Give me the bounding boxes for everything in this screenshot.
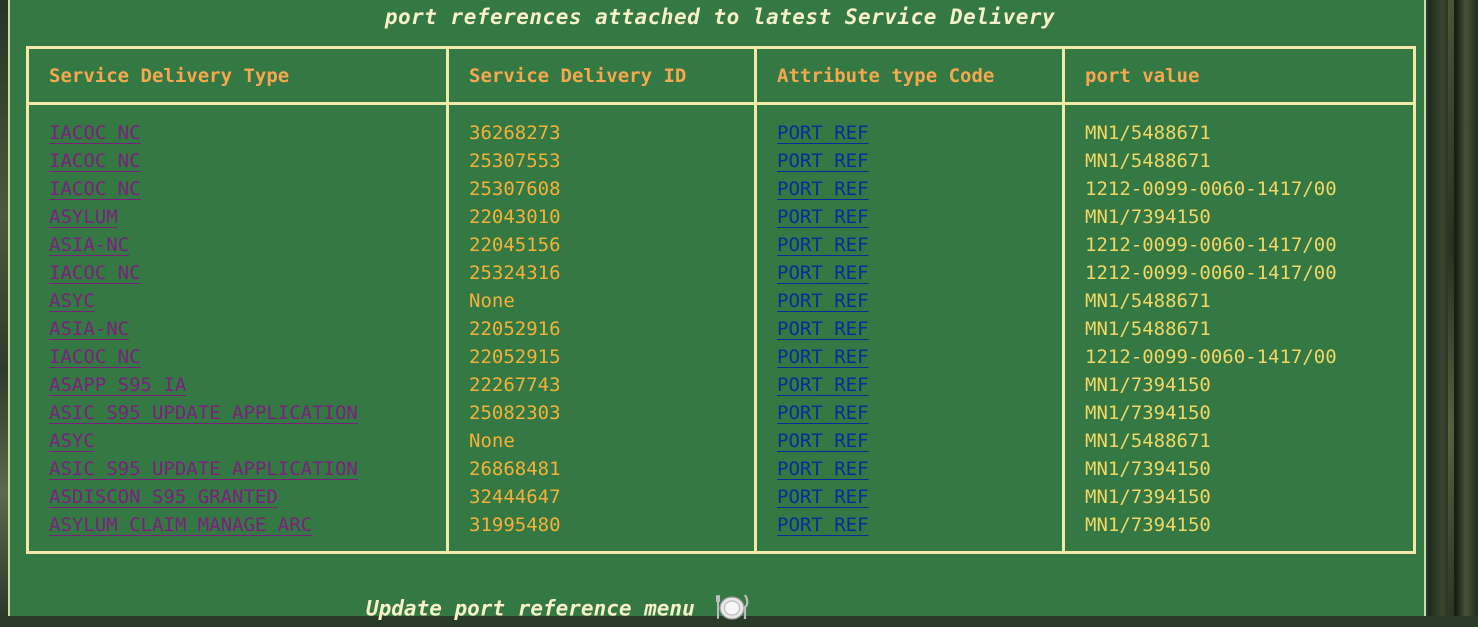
service-delivery-id-cell: 22267743 bbox=[446, 371, 757, 399]
attribute-type-code-link[interactable]: PORT_REF bbox=[754, 259, 1065, 287]
attribute-type-code-link[interactable]: PORT_REF bbox=[754, 231, 1065, 259]
attribute-type-code-link[interactable]: PORT_REF bbox=[754, 371, 1065, 399]
attribute-type-code-link[interactable]: PORT_REF bbox=[754, 119, 1065, 147]
port-value-cell: MN1/7394150 bbox=[1062, 399, 1416, 427]
table-row: ASYC None PORT_REF MN1/5488671 bbox=[26, 427, 1416, 455]
background-right-strip bbox=[1428, 0, 1478, 616]
background-left-strip bbox=[0, 0, 8, 616]
table-body: IACOC_NC 36268273 PORT_REF MN1/5488671 IACOC… bbox=[26, 103, 1416, 554]
service-delivery-type-link[interactable]: ASAPP_S95_IA bbox=[26, 371, 449, 399]
attribute-type-code-link[interactable]: PORT_REF bbox=[754, 315, 1065, 343]
table-row: IACOC_NC 22052915 PORT_REF 1212-0099-0060-1… bbox=[26, 343, 1416, 371]
service-delivery-type-link[interactable]: IACOC_NC bbox=[26, 343, 449, 371]
service-delivery-id-cell: 31995480 bbox=[446, 511, 757, 539]
port-value-cell: MN1/5488671 bbox=[1062, 427, 1416, 455]
attribute-type-code-link[interactable]: PORT_REF bbox=[754, 203, 1065, 231]
port-value-cell: MN1/7394150 bbox=[1062, 203, 1416, 231]
attribute-type-code-link[interactable]: PORT_REF bbox=[754, 455, 1065, 483]
service-delivery-type-link[interactable]: ASIA-NC bbox=[26, 315, 449, 343]
port-reference-table: Service Delivery Type Service Delivery I… bbox=[26, 46, 1416, 554]
port-value-cell: MN1/5488671 bbox=[1062, 287, 1416, 315]
table-header-row: Service Delivery Type Service Delivery I… bbox=[26, 46, 1416, 105]
column-header-attribute-type-code: Attribute type Code bbox=[754, 46, 1065, 105]
port-value-cell: MN1/7394150 bbox=[1062, 511, 1416, 539]
service-delivery-type-link[interactable]: ASDISCON_S95_GRANTED bbox=[26, 483, 449, 511]
port-value-cell: MN1/7394150 bbox=[1062, 483, 1416, 511]
attribute-type-code-link[interactable]: PORT_REF bbox=[754, 511, 1065, 539]
attribute-type-code-link[interactable]: PORT_REF bbox=[754, 147, 1065, 175]
table-row: IACOC_NC 25307608 PORT_REF 1212-0099-0060-1… bbox=[26, 175, 1416, 203]
update-port-reference-label: Update port reference menu bbox=[366, 596, 695, 621]
service-delivery-id-cell: None bbox=[446, 287, 757, 315]
attribute-type-code-link[interactable]: PORT_REF bbox=[754, 399, 1065, 427]
service-delivery-id-cell: 25082303 bbox=[446, 399, 757, 427]
column-header-port-value: port value bbox=[1062, 46, 1416, 105]
service-delivery-type-link[interactable]: ASYC bbox=[26, 427, 449, 455]
service-delivery-type-link[interactable]: ASYLUM bbox=[26, 203, 449, 231]
table-row: ASYLUM_CLAIM_MANAGE_ARC 31995480 PORT_REF M… bbox=[26, 511, 1416, 539]
port-value-cell: 1212-0099-0060-1417/00 bbox=[1062, 175, 1416, 203]
service-delivery-id-cell: 25324316 bbox=[446, 259, 757, 287]
table-row: ASIA-NC 22045156 PORT_REF 1212-0099-0060-14… bbox=[26, 231, 1416, 259]
table-row: IACOC_NC 25307553 PORT_REF MN1/5488671 bbox=[26, 147, 1416, 175]
port-value-cell: MN1/7394150 bbox=[1062, 455, 1416, 483]
attribute-type-code-link[interactable]: PORT_REF bbox=[754, 287, 1065, 315]
service-delivery-type-link[interactable]: IACOC_NC bbox=[26, 147, 449, 175]
service-delivery-type-link[interactable]: ASIA-NC bbox=[26, 231, 449, 259]
table-spacer-bottom bbox=[26, 539, 1416, 554]
port-value-cell: 1212-0099-0060-1417/00 bbox=[1062, 231, 1416, 259]
table-row: IACOC_NC 25324316 PORT_REF 1212-0099-0060-1… bbox=[26, 259, 1416, 287]
port-value-cell: MN1/7394150 bbox=[1062, 371, 1416, 399]
service-delivery-id-cell: 25307608 bbox=[446, 175, 757, 203]
service-delivery-id-cell: 22045156 bbox=[446, 231, 757, 259]
table-caption: port references attached to latest Servi… bbox=[384, 5, 1056, 29]
service-delivery-type-link[interactable]: ASIC_S95_UPDATE_APPLICATION bbox=[26, 399, 449, 427]
table-row: ASIC_S95_UPDATE_APPLICATION 25082303 PORT_… bbox=[26, 399, 1416, 427]
service-delivery-id-cell: 32444647 bbox=[446, 483, 757, 511]
attribute-type-code-link[interactable]: PORT_REF bbox=[754, 343, 1065, 371]
table-row: IACOC_NC 36268273 PORT_REF MN1/5488671 bbox=[26, 119, 1416, 147]
attribute-type-code-link[interactable]: PORT_REF bbox=[754, 483, 1065, 511]
table-row: ASIC_S95_UPDATE_APPLICATION 26868481 PORT_… bbox=[26, 455, 1416, 483]
service-delivery-type-link[interactable]: IACOC_NC bbox=[26, 259, 449, 287]
port-value-cell: 1212-0099-0060-1417/00 bbox=[1062, 343, 1416, 371]
service-delivery-id-cell: 22052916 bbox=[446, 315, 757, 343]
port-value-cell: MN1/5488671 bbox=[1062, 119, 1416, 147]
port-value-cell: MN1/5488671 bbox=[1062, 147, 1416, 175]
service-delivery-id-cell: None bbox=[446, 427, 757, 455]
plate-fork-knife-icon bbox=[715, 592, 749, 627]
table-spacer-top bbox=[26, 103, 1416, 119]
service-delivery-type-link[interactable]: ASIC_S95_UPDATE_APPLICATION bbox=[26, 455, 449, 483]
content-panel: port references attached to latest Servi… bbox=[8, 0, 1426, 621]
port-value-cell: 1212-0099-0060-1417/00 bbox=[1062, 259, 1416, 287]
attribute-type-code-link[interactable]: PORT_REF bbox=[754, 175, 1065, 203]
column-header-service-delivery-id: Service Delivery ID bbox=[446, 46, 757, 105]
service-delivery-type-link[interactable]: IACOC_NC bbox=[26, 119, 449, 147]
service-delivery-id-cell: 22043010 bbox=[446, 203, 757, 231]
table-row: ASDISCON_S95_GRANTED 32444647 PORT_REF MN1/… bbox=[26, 483, 1416, 511]
port-value-cell: MN1/5488671 bbox=[1062, 315, 1416, 343]
column-header-service-delivery-type: Service Delivery Type bbox=[26, 46, 449, 105]
service-delivery-id-cell: 22052915 bbox=[446, 343, 757, 371]
attribute-type-code-link[interactable]: PORT_REF bbox=[754, 427, 1065, 455]
service-delivery-id-cell: 26868481 bbox=[446, 455, 757, 483]
service-delivery-id-cell: 25307553 bbox=[446, 147, 757, 175]
table-row: ASYC None PORT_REF MN1/5488671 bbox=[26, 287, 1416, 315]
table-row: ASAPP_S95_IA 22267743 PORT_REF MN1/7394150 bbox=[26, 371, 1416, 399]
table-row: ASYLUM 22043010 PORT_REF MN1/7394150 bbox=[26, 203, 1416, 231]
service-delivery-type-link[interactable]: IACOC_NC bbox=[26, 175, 449, 203]
service-delivery-type-link[interactable]: ASYC bbox=[26, 287, 449, 315]
table-row: ASIA-NC 22052916 PORT_REF MN1/5488671 bbox=[26, 315, 1416, 343]
service-delivery-id-cell: 36268273 bbox=[446, 119, 757, 147]
update-port-reference-link[interactable]: Update port reference menu bbox=[366, 592, 749, 627]
service-delivery-type-link[interactable]: ASYLUM_CLAIM_MANAGE_ARC bbox=[26, 511, 449, 539]
